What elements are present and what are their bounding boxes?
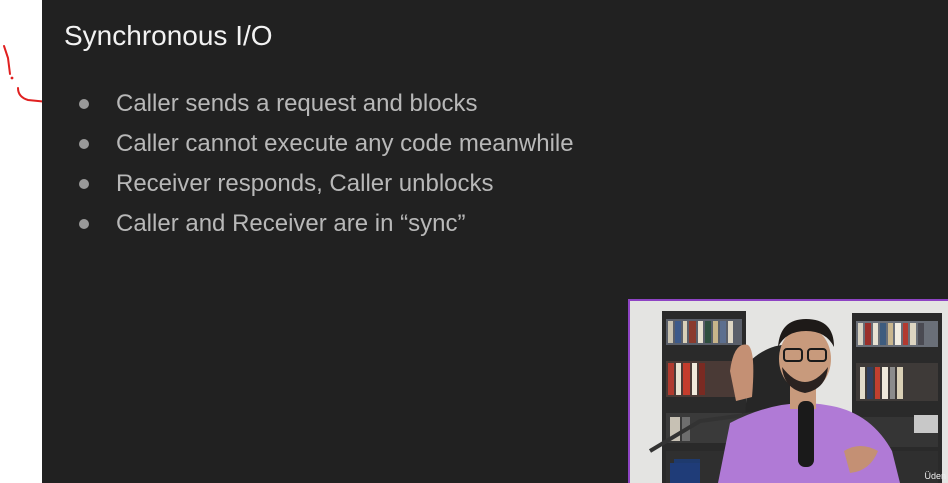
bullet-dot-icon bbox=[79, 179, 89, 189]
bullet-item: Caller sends a request and blocks bbox=[76, 84, 574, 124]
bullet-text: Caller and Receiver are in “sync” bbox=[116, 210, 466, 237]
bullet-dot-icon bbox=[79, 219, 89, 229]
bullet-item: Caller and Receiver are in “sync” bbox=[76, 204, 574, 244]
bullet-item: Caller cannot execute any code meanwhile bbox=[76, 124, 574, 164]
slide-title: Synchronous I/O bbox=[64, 20, 273, 51]
bullet-item: Receiver responds, Caller unblocks bbox=[76, 164, 574, 204]
bullet-list: Caller sends a request and blocks Caller… bbox=[76, 84, 574, 244]
bullet-text: Receiver responds, Caller unblocks bbox=[116, 170, 494, 197]
pen-stroke-dot bbox=[10, 76, 14, 80]
watermark-text: Üden bbox=[924, 471, 946, 481]
microphone-image bbox=[798, 401, 814, 467]
bullet-dot-icon bbox=[79, 139, 89, 149]
presentation-screen: Synchronous I/O Caller sends a request a… bbox=[0, 0, 948, 483]
pen-stroke-vertical bbox=[3, 45, 11, 75]
bullet-text: Caller cannot execute any code meanwhile bbox=[116, 130, 574, 157]
webcam-overlay: Üden bbox=[628, 299, 948, 483]
bullet-dot-icon bbox=[79, 99, 89, 109]
bullet-text: Caller sends a request and blocks bbox=[116, 90, 478, 117]
presenter-video-frame bbox=[630, 301, 948, 483]
